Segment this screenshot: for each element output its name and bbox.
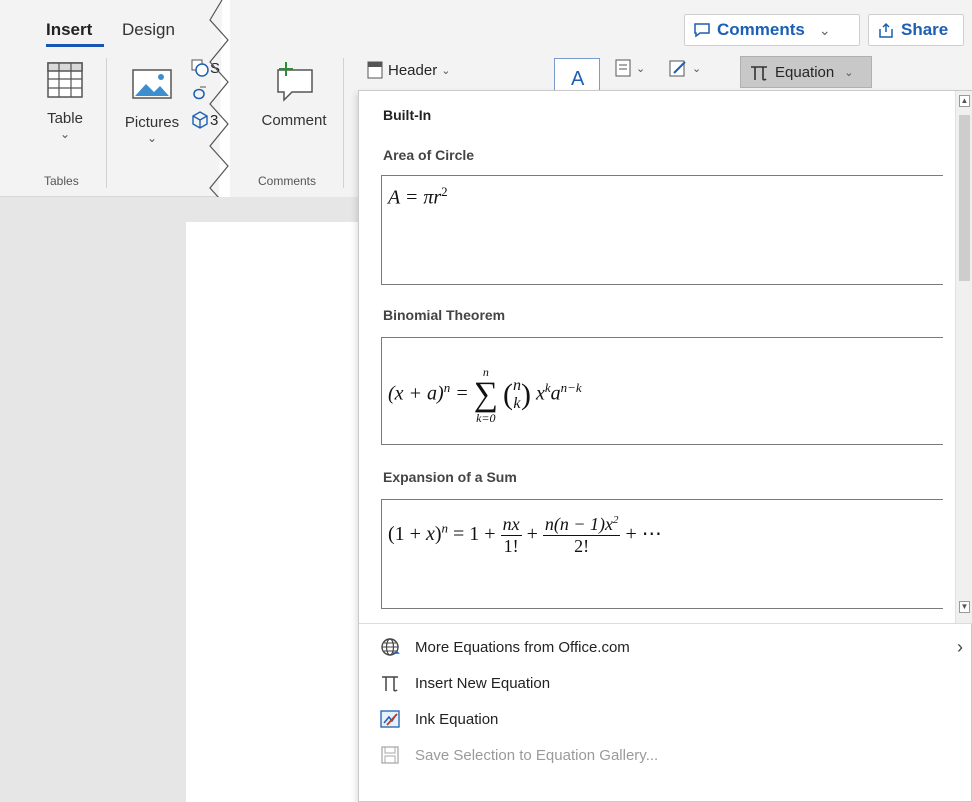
menu-item-ink-equation[interactable]: Ink Equation	[359, 701, 972, 737]
group-label-tables: Tables	[44, 174, 79, 188]
equation-title-binomial: Binomial Theorem	[383, 307, 506, 323]
menu-item-more-equations[interactable]: More Equations from Office.com ›	[359, 629, 972, 665]
quick-parts-button[interactable]: ⌄	[614, 58, 645, 78]
scroll-down-arrow[interactable]: ▼	[959, 601, 970, 613]
signature-icon	[669, 60, 686, 77]
equation-item-binomial-theorem[interactable]: (x + a)n = n ∑ k=0 (n k) xkan−k	[381, 337, 943, 445]
chevron-down-icon: ⌄	[692, 62, 702, 75]
equation-formula: (1 + x)n = 1 + nx 1! + n(n − 1)x2 2! + ⋯	[388, 514, 662, 556]
chevron-down-icon: ⌄	[636, 62, 646, 75]
table-icon	[47, 62, 83, 98]
tab-insert[interactable]: Insert	[46, 20, 92, 40]
group-label-comments: Comments	[258, 174, 317, 188]
header-label: Header	[388, 61, 438, 79]
text-box-icon: A	[571, 68, 585, 90]
quick-parts-icon	[615, 59, 631, 77]
equation-formula: (x + a)n = n ∑ k=0 (n k) xkan−k	[388, 365, 582, 425]
scroll-up-arrow[interactable]: ▲	[959, 95, 970, 107]
chevron-down-icon: ⌄	[59, 127, 71, 141]
pictures-icon	[132, 69, 172, 99]
text-box-button[interactable]: A	[554, 58, 600, 92]
menu-item-insert-new-equation[interactable]: Insert New Equation	[359, 665, 972, 701]
table-button[interactable]: Table ⌄	[40, 60, 90, 141]
menu-label: Save Selection to Equation Gallery...	[415, 746, 659, 764]
header-icon	[367, 61, 383, 79]
divider	[106, 58, 107, 188]
scrollbar-thumb[interactable]	[959, 115, 970, 281]
menu-item-save-selection: Save Selection to Equation Gallery...	[359, 737, 972, 773]
save-icon	[381, 746, 399, 764]
share-button[interactable]: Share	[868, 14, 964, 46]
pi-icon	[751, 66, 767, 81]
gallery-section-title: Built-In	[383, 107, 432, 123]
share-label: Share	[901, 20, 949, 39]
pi-icon	[382, 676, 398, 692]
chevron-down-icon: ⌄	[146, 131, 158, 145]
globe-icon	[381, 638, 400, 656]
equation-title-area-of-circle: Area of Circle	[383, 147, 475, 163]
ink-icon	[380, 710, 400, 728]
new-comment-icon	[277, 62, 313, 102]
signature-button[interactable]: ⌄	[668, 58, 701, 78]
chevron-down-icon: ⌄	[818, 21, 831, 38]
menu-label: More Equations from Office.com	[415, 638, 630, 656]
comment-button[interactable]: Comment	[250, 60, 338, 129]
equation-item-area-of-circle[interactable]: A = πr2	[381, 175, 943, 285]
document-page[interactable]	[186, 222, 360, 802]
equation-label: Equation	[775, 63, 835, 81]
svg-text:A: A	[571, 68, 585, 90]
equation-title-expansion: Expansion of a Sum	[383, 469, 517, 485]
tab-design[interactable]: Design	[122, 20, 175, 40]
comments-button[interactable]: Comments ⌄	[684, 14, 860, 46]
chevron-down-icon: ⌄	[441, 64, 451, 77]
divider	[343, 58, 344, 188]
chevron-right-icon: ›	[957, 636, 963, 657]
comment-label: Comment	[261, 112, 327, 129]
table-label: Table	[47, 110, 83, 127]
menu-divider	[359, 623, 972, 624]
active-tab-indicator	[46, 44, 104, 47]
pictures-label: Pictures	[124, 114, 180, 131]
chevron-down-icon: ⌄	[844, 66, 854, 79]
equation-item-expansion-of-sum[interactable]: (1 + x)n = 1 + nx 1! + n(n − 1)x2 2! + ⋯	[381, 499, 943, 609]
equation-button[interactable]: Equation ⌄	[740, 56, 872, 88]
pictures-button[interactable]: Pictures ⌄	[120, 64, 184, 145]
equation-formula: A = πr2	[388, 184, 448, 209]
equation-gallery-dropdown: Built-In Area of Circle A = πr2 Binomial…	[358, 90, 972, 802]
menu-label: Insert New Equation	[415, 674, 551, 692]
comments-label: Comments	[717, 20, 805, 39]
comment-bubble-icon	[694, 23, 710, 38]
share-icon	[879, 22, 893, 38]
header-button[interactable]: Header ⌄	[366, 60, 450, 80]
menu-label: Ink Equation	[415, 710, 499, 728]
